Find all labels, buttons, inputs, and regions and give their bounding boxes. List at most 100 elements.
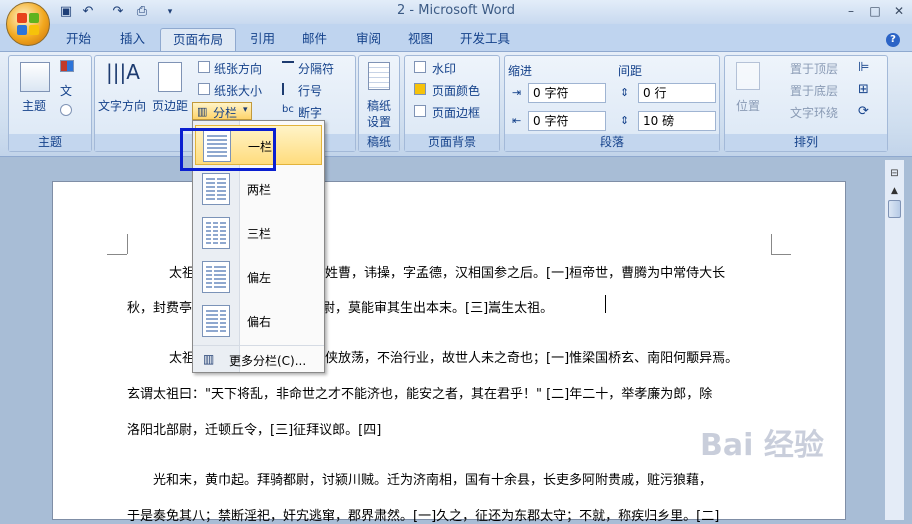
group-icon[interactable]: ⊞	[858, 82, 869, 97]
column-line	[206, 286, 212, 288]
page-color-icon[interactable]	[414, 83, 426, 95]
tab-insert[interactable]: 插入	[108, 28, 157, 51]
align-icon[interactable]: ⊫	[858, 60, 869, 75]
theme-colors-icon[interactable]	[60, 60, 74, 72]
right-column-icon	[202, 305, 230, 337]
page-borders-label[interactable]: 页面边框	[432, 104, 480, 121]
column-line	[206, 278, 212, 280]
indent-left-icon: ⇥	[512, 86, 522, 99]
two-columns-icon	[202, 173, 230, 205]
menu-item-three-columns[interactable]: 三栏	[195, 213, 322, 253]
column-line	[217, 198, 226, 200]
menu-item-more-columns[interactable]: ▥ 更多分栏(C)...	[195, 347, 322, 371]
vertical-scrollbar[interactable]: ⊟ ▲	[884, 160, 904, 520]
column-line	[206, 314, 218, 316]
indent-label: 缩进	[508, 64, 533, 78]
menu-item-two-columns[interactable]: 两栏	[195, 169, 322, 209]
menu-item-left[interactable]: 偏左	[195, 257, 322, 297]
hyphenation-label[interactable]: 断字	[298, 104, 322, 121]
column-line	[206, 198, 215, 200]
spacing-after-field[interactable]: 10 磅	[638, 111, 716, 131]
paper-size-icon[interactable]	[198, 83, 210, 95]
rotate-icon[interactable]: ⟳	[858, 104, 869, 119]
margin-corner-tr	[771, 234, 772, 254]
column-line	[213, 226, 218, 228]
scroll-thumb[interactable]	[888, 200, 901, 218]
indent-right-field[interactable]: 0 字符	[528, 111, 606, 131]
column-line	[206, 182, 215, 184]
draft-paper-icon[interactable]	[368, 62, 390, 90]
close-button[interactable]: ✕	[886, 2, 912, 20]
column-line	[220, 238, 226, 240]
tab-view[interactable]: 视图	[396, 28, 445, 51]
line-numbers-label[interactable]: 行号	[298, 82, 322, 99]
hyphenation-icon[interactable]: bc	[282, 104, 294, 115]
tab-developer[interactable]: 开发工具	[448, 28, 522, 51]
minimize-button[interactable]: –	[838, 2, 864, 20]
orientation-icon[interactable]	[198, 61, 210, 73]
column-line	[217, 178, 226, 180]
draft-paper-group-label: 稿纸	[359, 134, 399, 151]
paragraph-group: 段落	[504, 55, 720, 152]
paper-size-label[interactable]: 纸张大小	[214, 82, 262, 99]
scroll-up-icon[interactable]: ▲	[888, 186, 901, 198]
column-line	[206, 274, 212, 276]
column-line	[206, 230, 211, 232]
tab-mailings[interactable]: 邮件	[290, 28, 339, 51]
line-numbers-icon[interactable]	[282, 83, 294, 95]
tab-references[interactable]: 引用	[238, 28, 287, 51]
position-label[interactable]: 位置	[736, 97, 760, 114]
margin-corner-tl-h	[107, 254, 127, 255]
help-icon[interactable]: ?	[886, 33, 900, 47]
spacing-before-icon: ⇕	[620, 86, 630, 99]
text-wrap-label[interactable]: 文字环绕	[790, 104, 838, 121]
draft-paper-label-2[interactable]: 设置	[367, 113, 391, 130]
watermark-icon[interactable]	[414, 61, 426, 73]
menu-separator	[193, 345, 324, 346]
column-line	[206, 330, 218, 332]
maximize-button[interactable]: □	[862, 2, 888, 20]
menu-item-right[interactable]: 偏右	[195, 301, 322, 341]
arrange-group-label: 排列	[725, 134, 887, 151]
ruler-toggle-icon[interactable]: ⊟	[888, 168, 901, 180]
column-line	[206, 318, 218, 320]
more-columns-icon: ▥	[203, 352, 215, 366]
theme-effects-icon[interactable]	[60, 104, 72, 116]
column-line	[220, 322, 226, 324]
theme-button-label[interactable]: 主题	[22, 97, 46, 114]
menu-item-label: 偏右	[247, 315, 272, 329]
breaks-label[interactable]: 分隔符	[298, 60, 334, 77]
indent-left-field[interactable]: 0 字符	[528, 83, 606, 103]
document-page[interactable]: 太祖武皇帝，沛国谯人也，姓曹，讳操，字孟德，汉相国参之后。[一]桓帝世，曹腾为中…	[52, 181, 846, 524]
theme-icon[interactable]	[20, 62, 50, 92]
bring-front-label[interactable]: 置于顶层	[790, 60, 838, 77]
column-line	[217, 190, 226, 192]
column-line	[217, 194, 226, 196]
column-line	[206, 266, 212, 268]
text-direction-label[interactable]: 文字方向	[98, 97, 146, 114]
draft-paper-label-1[interactable]: 稿纸	[367, 97, 391, 114]
doc-line: 于是奏免其八；禁断淫祀，奸宄逃窜，郡界肃然。[一]久之，征还为东郡太守；不就，称…	[127, 509, 720, 524]
watermark-label[interactable]: 水印	[432, 60, 456, 77]
page-color-label[interactable]: 页面颜色	[432, 82, 480, 99]
office-button[interactable]	[6, 2, 50, 46]
tab-home[interactable]: 开始	[54, 28, 103, 51]
column-line	[206, 178, 215, 180]
theme-fonts-icon[interactable]: 文	[60, 82, 72, 99]
column-line	[213, 242, 218, 244]
margins-icon[interactable]	[158, 62, 182, 92]
send-back-label[interactable]: 置于底层	[790, 82, 838, 99]
column-line	[206, 226, 211, 228]
columns-button[interactable]: ▥ 分栏 ▾	[192, 102, 252, 120]
themes-group-label: 主题	[9, 134, 91, 151]
breaks-icon[interactable]	[282, 61, 294, 73]
spacing-before-field[interactable]: 0 行	[638, 83, 716, 103]
column-line	[206, 190, 215, 192]
margins-label[interactable]: 页边距	[152, 97, 188, 114]
tab-page-layout[interactable]: 页面布局	[160, 28, 237, 51]
page-borders-icon[interactable]	[414, 105, 426, 117]
text-direction-icon[interactable]: |||A	[106, 60, 140, 90]
position-icon[interactable]	[736, 62, 760, 90]
tab-review[interactable]: 审阅	[344, 28, 393, 51]
orientation-label[interactable]: 纸张方向	[214, 60, 262, 77]
